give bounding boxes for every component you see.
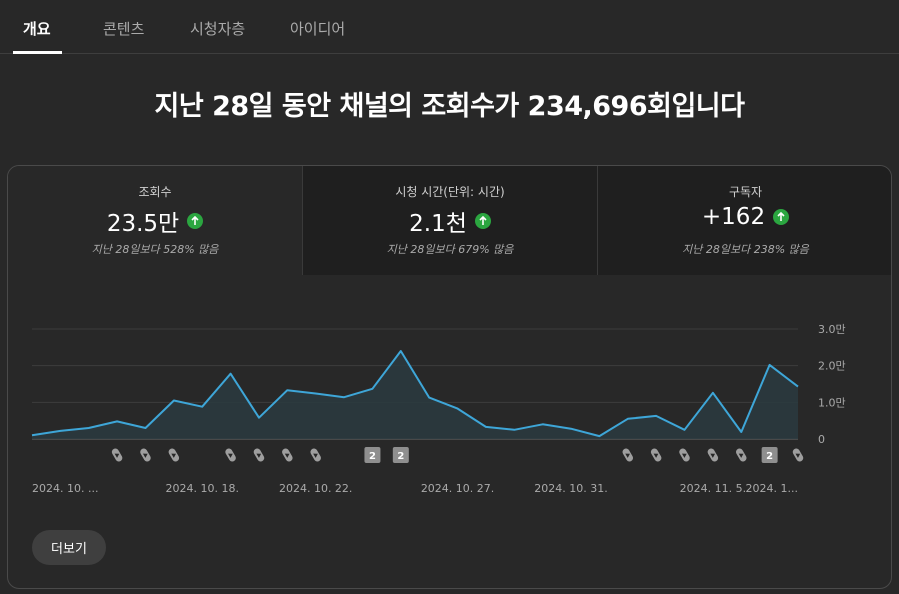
shorts-icon[interactable] [281, 447, 294, 463]
data-point [399, 350, 402, 353]
data-point [31, 434, 34, 437]
shorts-icon[interactable] [706, 447, 719, 463]
x-tick-label: 2024. 11. 5. [680, 482, 746, 495]
shorts-icon[interactable] [167, 447, 180, 463]
overview-card: 조회수 23.5만 지난 28일보다 528% 많음 시청 시간(단위: 시간)… [7, 165, 892, 589]
data-point [428, 396, 431, 399]
shorts-icon[interactable] [309, 447, 322, 463]
shorts-icon[interactable] [650, 447, 663, 463]
tab-overview[interactable]: 개요 [23, 18, 51, 39]
data-point [144, 427, 147, 430]
data-point [768, 363, 771, 366]
y-tick-label: 1.0만 [818, 396, 846, 409]
data-point [655, 414, 658, 417]
see-more-button[interactable]: 더보기 [32, 530, 106, 565]
views-chart[interactable]: 0 1.0만 2.0만 3.0만 2 2 2 2024. 10. ... 2024. 10. 1… [8, 166, 892, 526]
page-headline: 지난 28일 동안 채널의 조회수가 234,696회입니다 [154, 91, 746, 122]
active-tab-indicator [13, 51, 62, 54]
data-point [513, 428, 516, 431]
data-point [172, 399, 175, 402]
x-tick-label: 2024. 10. 31. [534, 482, 607, 495]
data-point [740, 431, 743, 434]
badge-label: 2 [766, 451, 773, 462]
data-point [484, 425, 487, 428]
tab-ideas[interactable]: 아이디어 [290, 18, 345, 39]
data-point [541, 423, 544, 426]
x-tick-label: 2024. 10. 18. [165, 482, 238, 495]
shorts-icon[interactable] [252, 447, 265, 463]
y-tick-label: 2.0만 [818, 360, 846, 373]
badge-label: 2 [397, 451, 404, 462]
x-tick-label: 2024. 10. 27. [421, 482, 494, 495]
tab-audience[interactable]: 시청자층 [190, 18, 245, 39]
data-point [711, 391, 714, 394]
y-tick-label: 3.0만 [818, 323, 846, 336]
data-point [229, 372, 232, 375]
data-point [598, 435, 601, 438]
data-point [201, 405, 204, 408]
x-tick-label: 2024. 10. 22. [279, 482, 352, 495]
x-tick-label: 2024. 10. ... [32, 482, 98, 495]
shorts-icon[interactable] [224, 447, 237, 463]
data-point [626, 417, 629, 420]
shorts-icon[interactable] [735, 447, 748, 463]
data-point [286, 389, 289, 392]
data-point [570, 427, 573, 430]
y-tick-label: 0 [818, 433, 825, 446]
data-point [456, 407, 459, 410]
data-point [59, 429, 62, 432]
data-point [343, 396, 346, 399]
x-tick-label: 2024. 1... [746, 482, 798, 495]
shorts-icon[interactable] [111, 447, 124, 463]
data-point [116, 420, 119, 423]
data-point [257, 416, 260, 419]
data-point [371, 387, 374, 390]
shorts-icon[interactable] [621, 447, 634, 463]
badge-label: 2 [369, 451, 376, 462]
shorts-icon[interactable] [678, 447, 691, 463]
data-point [797, 385, 800, 388]
data-point [683, 428, 686, 431]
data-point [87, 427, 90, 430]
tab-content[interactable]: 콘텐츠 [103, 18, 144, 39]
tab-bar: 개요 콘텐츠 시청자층 아이디어 [0, 0, 899, 54]
shorts-icon[interactable] [139, 447, 152, 463]
data-point [314, 392, 317, 395]
shorts-icon[interactable] [791, 447, 804, 463]
